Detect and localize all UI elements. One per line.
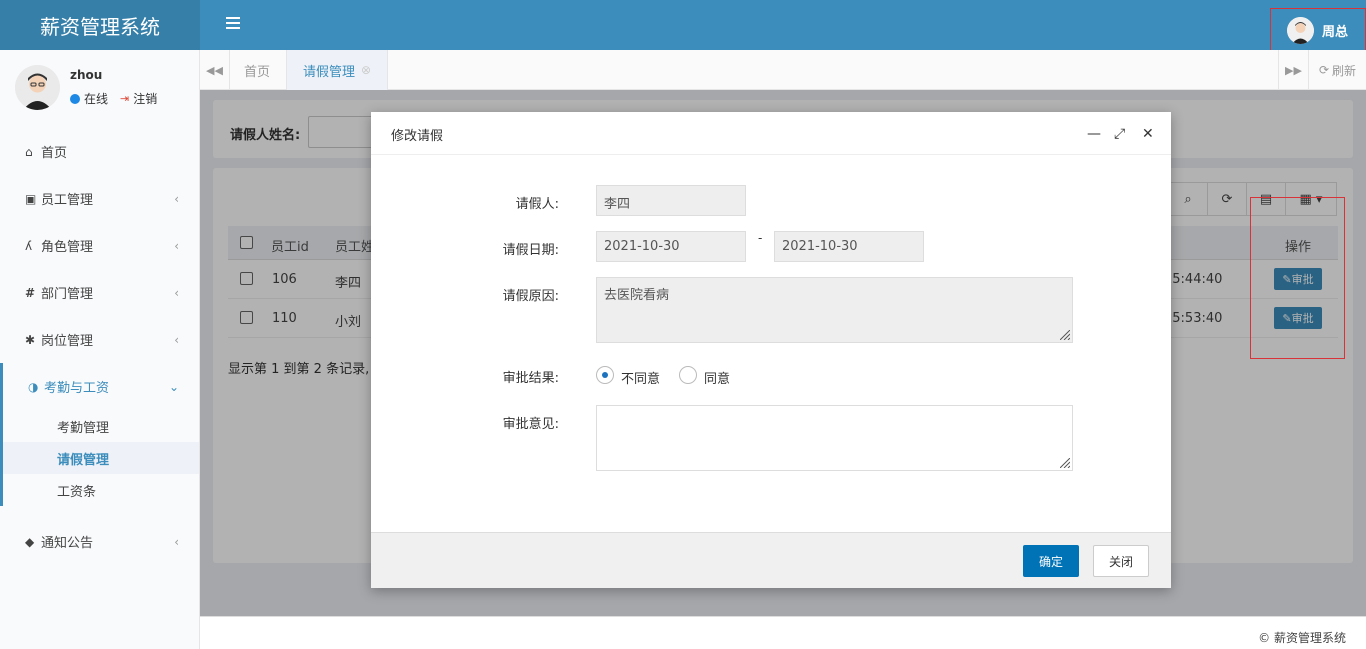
- hash-icon: #: [25, 285, 36, 300]
- tabs-scroll-right-icon[interactable]: ▶▶: [1278, 50, 1308, 90]
- sidebar-item-label: 通知公告: [41, 536, 94, 551]
- approval-result-label: 审批结果:: [502, 371, 559, 386]
- user-menu[interactable]: 周总: [1270, 8, 1366, 53]
- close-icon[interactable]: ✕: [1142, 126, 1154, 142]
- tab-bar: ◀◀ 首页 请假管理 ⊗ ▶▶ ⟳ 刷新: [200, 50, 1366, 90]
- edit-leave-dialog: 修改请假 — ⤢ ✕ 请假人: 李四 请假日期: 2021-10-30 - 20…: [371, 112, 1171, 588]
- sidebar-subitem-payslip[interactable]: 工资条: [3, 474, 199, 506]
- dialog-title: 修改请假: [391, 129, 444, 144]
- dialog-footer: 确定 关闭: [371, 532, 1171, 588]
- id-card-icon: ▣: [25, 191, 37, 206]
- sidebar-item-departments[interactable]: # 部门管理 ‹: [0, 269, 199, 316]
- submenu: 考勤管理 请假管理 工资条: [0, 410, 199, 506]
- leave-date-label: 请假日期:: [502, 243, 559, 258]
- sidebar-item-roles[interactable]: ʎ 角色管理 ‹: [0, 222, 199, 269]
- maximize-icon[interactable]: ⤢: [1114, 126, 1125, 142]
- sidebar-item-notices[interactable]: ◆ 通知公告 ‹: [0, 518, 199, 565]
- graduation-cap-icon: ◆: [25, 534, 35, 549]
- tab-leave-management[interactable]: 请假管理 ⊗: [286, 50, 389, 90]
- tab-home[interactable]: 首页: [244, 50, 270, 90]
- home-icon: ⌂: [25, 144, 33, 159]
- close-button[interactable]: 关闭: [1093, 545, 1149, 577]
- tabs-scroll-left-icon[interactable]: ◀◀: [200, 50, 230, 90]
- chevron-left-icon: ‹: [174, 191, 179, 206]
- sidebar-item-label: 部门管理: [41, 287, 94, 302]
- applicant-field[interactable]: 李四: [596, 185, 746, 216]
- sidebar-item-positions[interactable]: ✱ 岗位管理 ‹: [0, 316, 199, 363]
- person-walking-icon: ʎ: [25, 238, 33, 253]
- sidebar-subitem-attendance[interactable]: 考勤管理: [3, 410, 199, 442]
- disagree-radio[interactable]: [596, 366, 614, 384]
- avatar: [1287, 17, 1314, 44]
- leave-reason-text: 去医院看病: [604, 288, 670, 303]
- sidebar: zhou 在线 ⇥ 注销 ⌂ 首页 ▣ 员工管理 ‹ ʎ 角色管理 ‹ # 部门…: [0, 50, 200, 649]
- top-navbar: 周总: [200, 0, 1366, 53]
- online-dot-icon: [70, 93, 80, 104]
- footer: © 薪资管理系统: [200, 616, 1366, 649]
- logout-link[interactable]: 注销: [133, 90, 157, 107]
- sidebar-item-employees[interactable]: ▣ 员工管理 ‹: [0, 175, 199, 222]
- chevron-left-icon: ‹: [174, 332, 179, 347]
- sidebar-item-label: 员工管理: [41, 193, 94, 208]
- user-status: 在线 ⇥ 注销: [70, 90, 157, 107]
- date-separator: -: [758, 231, 763, 245]
- sidebar-user-name: zhou: [70, 68, 103, 82]
- logout-icon[interactable]: ⇥: [120, 92, 129, 105]
- asterisk-icon: ✱: [25, 332, 36, 347]
- chevron-left-icon: ‹: [174, 238, 179, 253]
- resize-grip-icon[interactable]: [1060, 330, 1070, 340]
- online-status-text: 在线: [84, 92, 109, 106]
- sidebar-item-attendance-salary[interactable]: ◑ 考勤与工资 ⌄: [0, 363, 199, 410]
- agree-radio[interactable]: [679, 366, 697, 384]
- refresh-icon: ⟳: [1318, 63, 1330, 77]
- sidebar-subitem-label: 考勤管理: [57, 420, 110, 436]
- leave-reason-field[interactable]: 去医院看病: [596, 277, 1073, 343]
- confirm-button[interactable]: 确定: [1023, 545, 1079, 577]
- leave-date-to-field[interactable]: 2021-10-30: [774, 231, 924, 262]
- minimize-icon[interactable]: —: [1087, 126, 1101, 142]
- highlight-frame: [1250, 197, 1345, 359]
- dialog-header: 修改请假 — ⤢ ✕: [371, 112, 1171, 155]
- sidebar-item-label: 岗位管理: [41, 334, 94, 349]
- refresh-label: 刷新: [1332, 63, 1357, 78]
- sidebar-item-label: 角色管理: [41, 240, 94, 255]
- half-circle-icon: ◑: [28, 379, 39, 394]
- tab-label: 请假管理: [303, 64, 356, 80]
- sidebar-toggle-icon[interactable]: [226, 17, 240, 33]
- leave-date-from-field[interactable]: 2021-10-30: [596, 231, 746, 262]
- resize-grip-icon[interactable]: [1060, 458, 1070, 468]
- header-user-name: 周总: [1322, 25, 1349, 40]
- avatar: [15, 65, 60, 110]
- disagree-radio-label[interactable]: 不同意: [621, 368, 660, 387]
- app-brand-text: 薪资管理系统: [40, 14, 160, 39]
- leave-reason-label: 请假原因:: [502, 289, 559, 304]
- user-panel: zhou 在线 ⇥ 注销: [0, 50, 199, 128]
- applicant-label: 请假人:: [515, 197, 559, 212]
- chevron-down-icon: ⌄: [168, 379, 179, 394]
- app-brand[interactable]: 薪资管理系统: [0, 0, 200, 50]
- sidebar-subitem-leave[interactable]: 请假管理: [3, 442, 199, 474]
- tab-label: 首页: [244, 64, 271, 80]
- approval-opinion-label: 审批意见:: [502, 417, 559, 432]
- sidebar-subitem-label: 工资条: [57, 484, 97, 500]
- approval-opinion-field[interactable]: [596, 405, 1073, 471]
- sidebar-subitem-label: 请假管理: [57, 452, 110, 468]
- close-icon[interactable]: ⊗: [361, 63, 371, 77]
- agree-radio-label[interactable]: 同意: [704, 368, 730, 387]
- chevron-left-icon: ‹: [174, 285, 179, 300]
- chevron-left-icon: ‹: [174, 534, 179, 549]
- copyright-text: © 薪资管理系统: [1258, 631, 1346, 645]
- sidebar-item-label: 考勤与工资: [44, 381, 110, 396]
- refresh-button[interactable]: ⟳ 刷新: [1308, 50, 1366, 90]
- sidebar-item-label: 首页: [41, 146, 68, 161]
- sidebar-item-home[interactable]: ⌂ 首页: [0, 128, 199, 175]
